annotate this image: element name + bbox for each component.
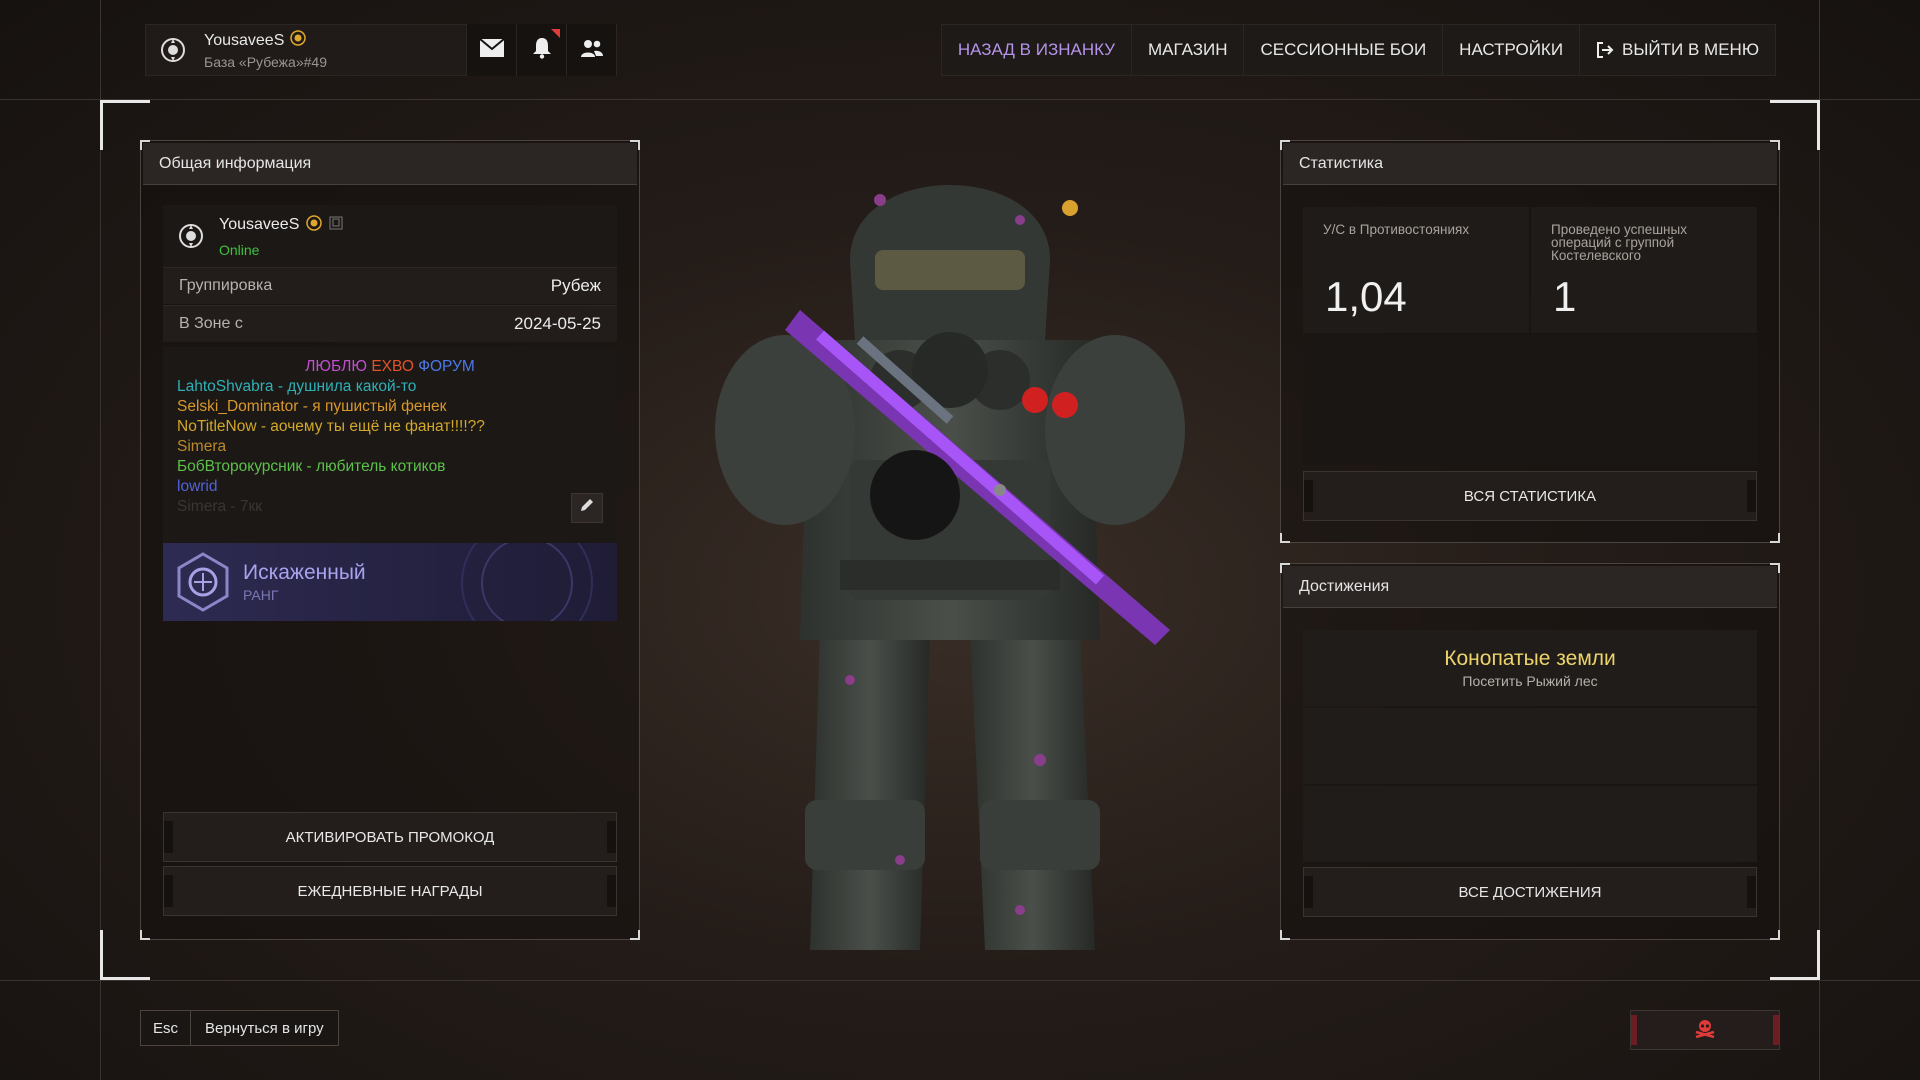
achievements-panel: Достижения Конопатые земли Посетить Рыжи… <box>1280 563 1780 940</box>
daily-rewards-button[interactable]: ЕЖЕДНЕВНЫЕ НАГРАДЫ <box>163 866 617 916</box>
bio-line: lowrid <box>177 478 218 495</box>
faction-emblem-icon <box>146 24 200 76</box>
panel-title: Общая информация <box>143 143 637 185</box>
edit-bio-button[interactable] <box>571 493 603 523</box>
frame-line-bottom <box>0 980 1920 981</box>
username: YousaveeS <box>219 216 300 233</box>
user-card: YousaveeS Online <box>163 205 617 267</box>
nav-settings[interactable]: НАСТРОЙКИ <box>1443 25 1581 75</box>
rank-label: РАНГ <box>243 587 279 603</box>
return-to-game-hint[interactable]: Esc Вернуться в игру <box>140 1010 339 1046</box>
bio-line: LahtoShvabra - душнила какой-то <box>177 378 417 395</box>
bio-line: Simera - 7кк <box>177 498 263 515</box>
bio-line: БобВторокурсник - любитель котиков <box>177 458 446 475</box>
top-navigation: НАЗАД В ИЗНАНКУ МАГАЗИН СЕССИОННЫЕ БОИ Н… <box>940 24 1776 76</box>
achievement-name: Конопатые земли <box>1444 647 1616 670</box>
bio-title-part: ЕХВО <box>371 358 419 375</box>
bio-title-part: ЛЮБЛЮ <box>305 358 372 375</box>
stat-empty-slot <box>1303 335 1529 465</box>
premium-badge-icon <box>306 214 323 236</box>
rank-banner: Искаженный РАНГ <box>163 543 617 621</box>
esc-key: Esc <box>141 1011 192 1045</box>
general-info-panel: Общая информация YousaveeS Online Группи… <box>140 140 640 940</box>
stat-label: Проведено успешных операций с группой Ко… <box>1551 222 1687 263</box>
bio-text: ЛЮБЛЮ ЕХВО ФОРУМ LahtoShvabra - душнила … <box>163 347 617 543</box>
premium-badge-icon <box>290 30 307 51</box>
zone-since-label: В Зоне с <box>179 315 243 332</box>
mail-button[interactable] <box>466 24 516 76</box>
zone-since-value: 2024-05-25 <box>514 314 601 333</box>
rank-emblem-icon <box>163 543 243 621</box>
faction-row: Группировка Рубеж <box>163 267 617 304</box>
bio-line: NoTitleNow - аочему ты ещё не фанат!!!!?… <box>177 418 485 435</box>
rank-name: Искаженный <box>243 561 366 584</box>
bio-title-part: ФОРУМ <box>418 358 475 375</box>
friends-icon <box>580 38 604 63</box>
exit-label: ВЫЙТИ В МЕНЮ <box>1622 40 1759 59</box>
frame-line-left <box>100 0 101 1080</box>
exit-icon <box>1596 41 1614 59</box>
faction-label: Группировка <box>179 277 273 294</box>
statistics-panel: Статистика У/С в Противостояниях 1,04 Пр… <box>1280 140 1780 543</box>
online-status: Online <box>219 241 260 258</box>
notification-indicator <box>551 29 560 38</box>
stat-operations: Проведено успешных операций с группой Ко… <box>1531 207 1757 333</box>
achievement-desc: Посетить Рыжий лес <box>1462 673 1598 689</box>
nav-session-battles[interactable]: СЕССИОННЫЕ БОИ <box>1244 25 1444 75</box>
nav-shop[interactable]: МАГАЗИН <box>1132 25 1245 75</box>
stat-empty-slot <box>1531 335 1757 465</box>
character-model <box>715 185 1185 950</box>
activate-promo-button[interactable]: АКТИВИРОВАТЬ ПРОМОКОД <box>163 812 617 862</box>
stat-kd: У/С в Противостояниях 1,04 <box>1303 207 1529 333</box>
panel-title: Достижения <box>1283 566 1777 608</box>
nav-exit-to-menu[interactable]: ВЫЙТИ В МЕНЮ <box>1580 25 1775 75</box>
faction-emblem-icon <box>163 223 219 249</box>
achievement-item[interactable]: Конопатые земли Посетить Рыжий лес <box>1303 630 1757 706</box>
all-achievements-button[interactable]: ВСЕ ДОСТИЖЕНИЯ <box>1303 867 1757 917</box>
frame-line-top <box>0 99 1920 100</box>
all-stats-button[interactable]: ВСЯ СТАТИСТИКА <box>1303 471 1757 521</box>
nav-back-to-izanka[interactable]: НАЗАД В ИЗНАНКУ <box>942 25 1132 75</box>
stat-value: 1,04 <box>1325 273 1407 320</box>
bell-icon <box>532 37 552 64</box>
panel-title: Статистика <box>1283 143 1777 185</box>
skull-icon <box>1694 1018 1716 1043</box>
stat-value: 1 <box>1553 273 1577 320</box>
friends-button[interactable] <box>566 24 616 76</box>
pencil-icon <box>579 497 595 519</box>
faction-value: Рубеж <box>550 276 601 295</box>
profile-chip[interactable]: YousaveeS База «Рубежа»#49 <box>145 24 617 76</box>
achievement-empty-slot <box>1303 786 1757 862</box>
notifications-button[interactable] <box>516 24 566 76</box>
copy-icon[interactable] <box>329 216 343 235</box>
bio-line: Selski_Dominator - я пушистый фенек <box>177 398 447 415</box>
username: YousaveeS <box>204 31 285 49</box>
base-name: База «Рубежа»#49 <box>204 54 327 70</box>
bio-title: ЛЮБЛЮ ЕХВО ФОРУМ <box>177 357 603 377</box>
achievement-empty-slot <box>1303 708 1757 784</box>
frame-line-right <box>1819 0 1820 1080</box>
rank-decoration <box>461 543 593 621</box>
bio-line: Simera <box>177 438 227 455</box>
report-button[interactable] <box>1630 1010 1780 1050</box>
stat-label: У/С в Противостояниях <box>1323 222 1470 237</box>
mail-icon <box>478 37 505 63</box>
zone-since-row: В Зоне с 2024-05-25 <box>163 305 617 342</box>
return-to-game-label: Вернуться в игру <box>205 1019 324 1037</box>
